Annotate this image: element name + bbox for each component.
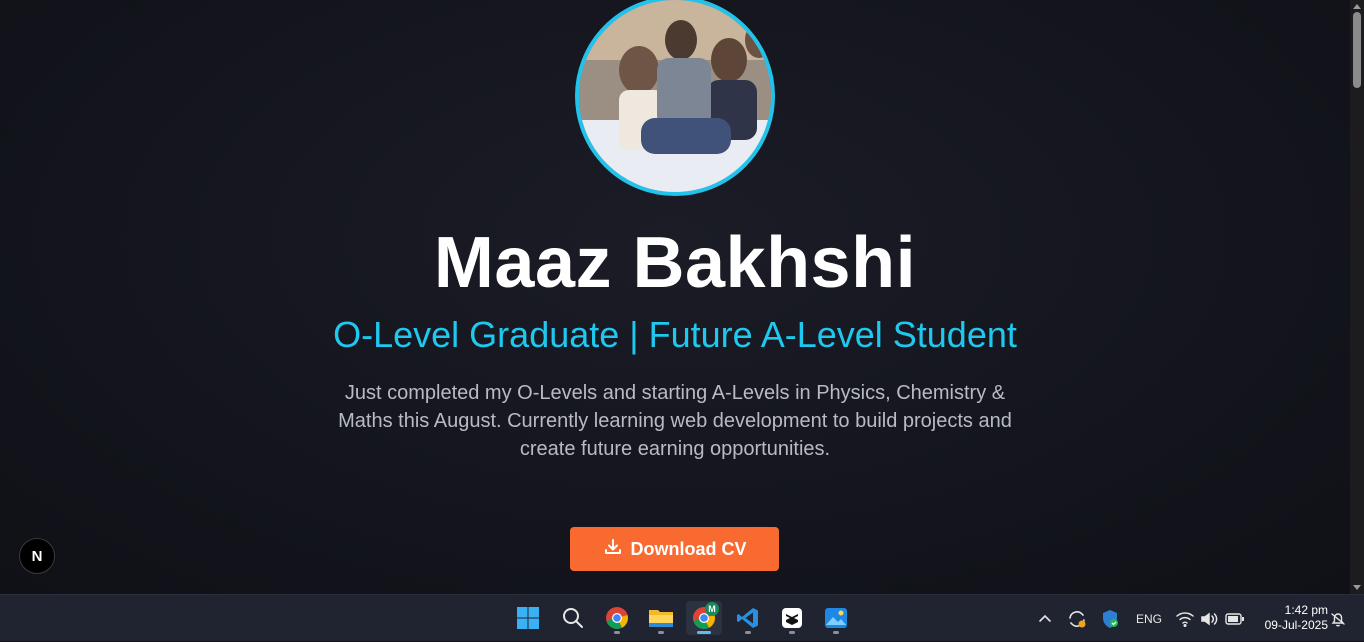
- profile-name: Maaz Bakhshi: [433, 223, 917, 303]
- download-cv-button[interactable]: Download CV: [570, 527, 779, 571]
- taskbar-indicator: [614, 631, 620, 634]
- sync-update-icon[interactable]: [1067, 595, 1087, 642]
- chrome-profile-icon[interactable]: M: [686, 601, 722, 635]
- taskbar-indicator: [745, 631, 751, 634]
- windows-start-icon[interactable]: [510, 601, 546, 635]
- taskbar-indicator: [833, 631, 839, 634]
- capcut-icon[interactable]: [774, 601, 810, 635]
- scrollbar-thumb[interactable]: [1353, 12, 1361, 88]
- taskbar-indicator: [789, 631, 795, 634]
- vscode-icon[interactable]: [730, 601, 766, 635]
- profile-description: Just completed my O-Levels and starting …: [338, 382, 1012, 460]
- clock-date: 09-Jul-2025: [1264, 618, 1328, 632]
- vertical-scrollbar[interactable]: [1350, 0, 1364, 594]
- system-clock[interactable]: 1:42 pm 09-Jul-2025: [1252, 603, 1328, 633]
- taskbar-indicator: [658, 631, 664, 634]
- photos-icon[interactable]: [818, 601, 854, 635]
- download-icon: [603, 537, 623, 562]
- wifi-icon[interactable]: [1176, 595, 1194, 642]
- page-viewport: Maaz Bakhshi O-Level Graduate | Future A…: [0, 0, 1350, 594]
- notification-bell-icon[interactable]: [1330, 595, 1346, 642]
- taskbar-indicator-active: [697, 631, 711, 634]
- chrome-profile-badge: M: [705, 602, 719, 616]
- file-explorer-icon[interactable]: [643, 601, 679, 635]
- download-cv-label: Download CV: [630, 538, 747, 559]
- clock-time: 1:42 pm: [1284, 603, 1328, 617]
- input-language-indicator[interactable]: ENG: [1136, 595, 1162, 642]
- scroll-down-arrow-icon[interactable]: [1353, 585, 1361, 590]
- volume-icon[interactable]: [1200, 595, 1218, 642]
- windows-security-icon[interactable]: [1100, 595, 1120, 642]
- chrome-icon[interactable]: [599, 601, 635, 635]
- search-icon[interactable]: [555, 601, 591, 635]
- windows-taskbar: M ENG 1:42 pm 09-Jul-2025: [0, 594, 1364, 641]
- profile-subtitle: O-Level Graduate | Future A-Level Studen…: [333, 314, 1017, 355]
- nextjs-dev-badge[interactable]: N: [19, 538, 55, 574]
- nextjs-logo-icon: N: [31, 547, 43, 565]
- scroll-up-arrow-icon[interactable]: [1353, 4, 1361, 9]
- battery-icon[interactable]: [1225, 595, 1245, 642]
- profile-avatar: [575, 0, 775, 196]
- show-hidden-icons-button[interactable]: [1038, 595, 1052, 642]
